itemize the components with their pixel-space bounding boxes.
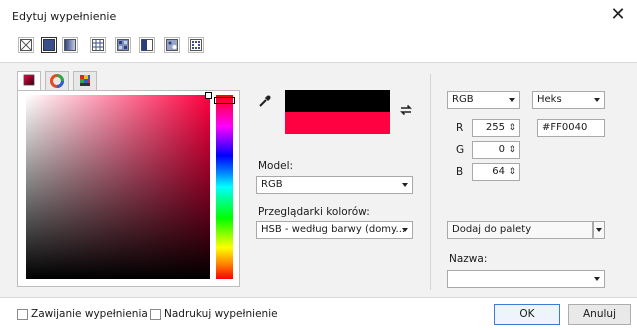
color-picker-handle[interactable] [205, 92, 212, 99]
overprint-fill-checkbox[interactable] [150, 309, 161, 320]
chevron-down-icon [594, 277, 600, 281]
value-model-dropdown[interactable]: RGB [447, 91, 520, 109]
chevron-down-icon [402, 228, 408, 232]
swap-colors-icon[interactable] [399, 103, 413, 117]
spinner-icon[interactable]: ⇕ [508, 166, 516, 178]
texture-fill-icon[interactable] [164, 37, 180, 53]
blue-channel-value: 64 [492, 166, 505, 177]
chevron-down-icon [594, 98, 600, 102]
blue-channel-input[interactable]: 64 ⇕ [472, 163, 520, 181]
green-channel-label: G [456, 144, 465, 156]
value-format-value: Heks [537, 94, 562, 105]
model-label: Model: [258, 160, 294, 172]
name-combobox[interactable] [447, 270, 605, 288]
red-channel-label: R [456, 122, 464, 134]
chevron-down-icon [402, 183, 408, 187]
uniform-fill-icon[interactable] [41, 37, 57, 53]
green-channel-value: 0 [498, 144, 505, 155]
vector-pattern-icon[interactable] [90, 37, 106, 53]
color-viewers-icon[interactable] [17, 71, 41, 91]
wrap-fill-label: Zawijanie wypełnienia [31, 308, 148, 320]
old-color-swatch [285, 90, 390, 112]
saturation-brightness-area[interactable] [26, 95, 210, 279]
close-icon[interactable]: ✕ [606, 4, 630, 26]
hue-slider-handle[interactable] [214, 97, 235, 104]
green-channel-input[interactable]: 0 ⇕ [472, 141, 520, 159]
no-fill-icon[interactable] [18, 37, 34, 53]
add-to-palette-label: Dodaj do palety [452, 224, 532, 235]
spinner-icon[interactable]: ⇕ [508, 122, 516, 134]
add-to-palette-menu[interactable] [593, 221, 605, 239]
wrap-fill-checkbox[interactable] [17, 309, 28, 320]
bitmap-pattern-icon[interactable] [115, 37, 131, 53]
cancel-button[interactable]: Anuluj [568, 304, 631, 325]
chevron-down-icon [596, 228, 602, 232]
color-viewers-label: Przeglądarki kolorów: [258, 206, 370, 218]
blue-channel-label: B [456, 166, 464, 178]
red-channel-input[interactable]: 255 ⇕ [472, 119, 520, 137]
color-viewers-value: HSB - według barwy (domy... [261, 224, 406, 235]
overprint-fill-label: Nadrukuj wypełnienie [164, 308, 278, 320]
model-dropdown[interactable]: RGB [256, 176, 413, 194]
new-color-swatch [285, 112, 390, 134]
eyedropper-icon[interactable] [258, 94, 272, 108]
column-divider [430, 74, 431, 290]
hue-slider[interactable] [216, 95, 233, 279]
palette-icon[interactable] [73, 71, 97, 90]
window-title: Edytuj wypełnienie [12, 10, 117, 23]
color-wheel-icon[interactable] [45, 71, 69, 90]
color-viewers-dropdown[interactable]: HSB - według barwy (domy... [256, 221, 413, 239]
red-channel-value: 255 [485, 122, 505, 133]
value-model-value: RGB [452, 94, 474, 105]
name-label: Nazwa: [449, 253, 488, 265]
postscript-fill-icon[interactable] [188, 37, 204, 53]
ok-button[interactable]: OK [494, 304, 560, 325]
add-to-palette-button[interactable]: Dodaj do palety [447, 221, 593, 239]
model-value: RGB [261, 179, 283, 190]
hex-input[interactable]: #FF0040 [537, 119, 605, 137]
value-format-dropdown[interactable]: Heks [532, 91, 605, 109]
chevron-down-icon [509, 98, 515, 102]
fountain-fill-icon[interactable] [62, 37, 78, 53]
spinner-icon[interactable]: ⇕ [508, 144, 516, 156]
two-color-pattern-icon[interactable] [139, 37, 155, 53]
